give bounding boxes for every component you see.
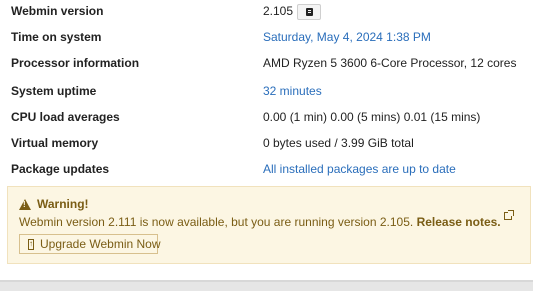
- row-virtual-memory: Virtual memory 0 bytes used / 3.99 GiB t…: [0, 132, 533, 158]
- package-updates-link[interactable]: All installed packages are up to date: [263, 162, 456, 176]
- upgrade-arrow-icon: ↑: [28, 238, 34, 250]
- bottom-divider-fill: [0, 282, 533, 291]
- document-icon: [305, 8, 313, 16]
- cpu-load-averages-value: 0.00 (1 min) 0.00 (5 mins) 0.01 (15 mins…: [263, 110, 481, 124]
- row-processor-information: Processor information AMD Ryzen 5 3600 6…: [0, 52, 533, 78]
- cpu-load-averages-label: CPU load averages: [11, 110, 120, 124]
- bottom-divider: [0, 280, 533, 291]
- warning-title: Warning!: [19, 197, 89, 211]
- package-updates-label: Package updates: [11, 162, 110, 176]
- row-cpu-load-averages: CPU load averages 0.00 (1 min) 0.00 (5 m…: [0, 106, 533, 132]
- time-on-system-label: Time on system: [11, 30, 102, 44]
- version-details-button[interactable]: [297, 4, 321, 20]
- row-system-uptime: System uptime 32 minutes: [0, 80, 533, 106]
- warning-message: Webmin version 2.111 is now available, b…: [19, 210, 514, 229]
- upgrade-webmin-button-label: Upgrade Webmin Now: [40, 237, 161, 251]
- webmin-version-value: 2.105: [263, 4, 294, 18]
- time-on-system-link[interactable]: Saturday, May 4, 2024 1:38 PM: [263, 30, 431, 44]
- system-uptime-link[interactable]: 32 minutes: [263, 84, 322, 98]
- release-notes-link[interactable]: Release notes.: [417, 215, 501, 229]
- row-time-on-system: Time on system Saturday, May 4, 2024 1:3…: [0, 26, 533, 52]
- warning-triangle-icon: [19, 198, 31, 210]
- virtual-memory-label: Virtual memory: [11, 136, 99, 150]
- warning-message-text: Webmin version 2.111 is now available, b…: [19, 215, 414, 229]
- system-uptime-label: System uptime: [11, 84, 97, 98]
- external-link-icon[interactable]: [503, 210, 514, 220]
- processor-information-label: Processor information: [11, 56, 140, 70]
- processor-information-value: AMD Ryzen 5 3600 6-Core Processor, 12 co…: [263, 56, 517, 70]
- row-webmin-version: Webmin version 2.105: [0, 0, 533, 26]
- warning-title-text: Warning!: [37, 197, 89, 211]
- webmin-version-label: Webmin version: [11, 4, 104, 18]
- row-package-updates: Package updates All installed packages a…: [0, 158, 533, 184]
- update-warning-alert: Warning! Webmin version 2.111 is now ava…: [7, 186, 531, 264]
- upgrade-webmin-button[interactable]: ↑ Upgrade Webmin Now: [19, 234, 161, 254]
- virtual-memory-value: 0 bytes used / 3.99 GiB total: [263, 136, 414, 150]
